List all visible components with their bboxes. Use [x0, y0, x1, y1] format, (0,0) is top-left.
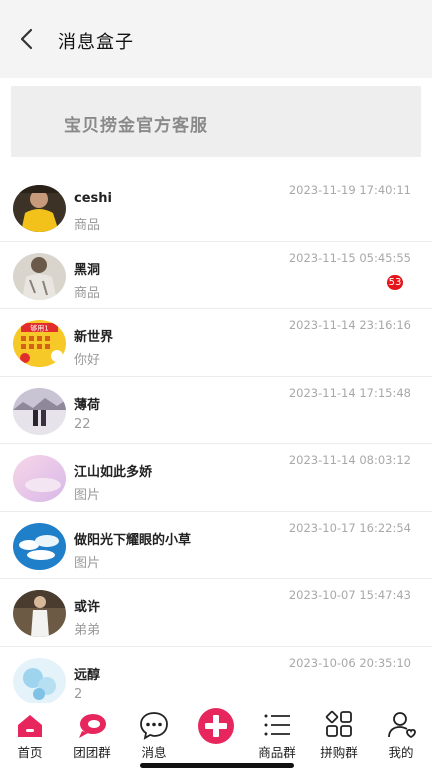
page-title: 消息盒子 — [58, 32, 134, 53]
avatar — [13, 455, 66, 502]
conversation-name: 江山如此多娇 — [74, 465, 153, 480]
message-icon — [140, 712, 168, 740]
home-icon — [18, 715, 42, 737]
tab-group-buy[interactable]: 拼购群 — [309, 703, 369, 768]
conversation-name: 黑洞 — [74, 262, 101, 278]
tab-label: 团团群 — [73, 745, 111, 760]
avatar — [13, 657, 66, 705]
conversation-name: 做阳光下耀眼的小草 — [74, 532, 192, 548]
unread-badge: 53 — [387, 274, 403, 290]
tab-label: 我的 — [388, 745, 414, 760]
conversation-name: ceshi — [74, 191, 112, 206]
home-indicator — [140, 763, 294, 768]
conversation-preview: 弟弟 — [74, 623, 101, 638]
user-icon — [388, 712, 416, 739]
conversation-item[interactable]: 或许 弟弟 2023-10-07 15:47:43 — [0, 579, 432, 647]
conversation-item[interactable]: ceshi 商品 2023-11-19 17:40:11 — [0, 174, 432, 242]
conversation-preview: 22 — [74, 416, 91, 432]
tab-messages[interactable]: 消息 — [124, 703, 184, 768]
conversation-time: 2023-10-07 15:47:43 — [288, 588, 411, 602]
avatar-poster-text: 够用1 — [30, 324, 48, 333]
avatar — [13, 185, 66, 232]
tab-label: 首页 — [17, 745, 43, 760]
chevron-left-icon[interactable] — [16, 26, 38, 52]
avatar — [13, 522, 66, 570]
conversation-name: 薄荷 — [74, 397, 101, 413]
message-list: ceshi 商品 2023-11-19 17:40:11 黑洞 商品 2023-… — [0, 174, 432, 714]
top-bar: 消息盒子 — [0, 0, 432, 78]
conversation-name: 新世界 — [74, 330, 114, 345]
publish-button[interactable] — [186, 703, 246, 768]
chat-bubble-icon — [79, 714, 106, 738]
conversation-time: 2023-11-15 05:45:55 — [288, 250, 411, 265]
conversation-preview: 你好 — [74, 353, 101, 368]
conversation-item[interactable]: 薄荷 22 2023-11-14 17:15:48 — [0, 377, 432, 444]
conversation-preview: 图片 — [74, 555, 101, 571]
bottom-tab-bar: 首页 团团群 消息 商品群 拼购群 我的 — [0, 703, 432, 768]
conversation-preview: 图片 — [74, 488, 101, 503]
tab-label: 拼购群 — [320, 745, 358, 760]
conversation-time: 2023-11-19 17:40:11 — [288, 183, 411, 197]
conversation-time: 2023-11-14 08:03:12 — [288, 453, 411, 467]
conversation-preview: 商品 — [74, 218, 101, 233]
tab-product-group[interactable]: 商品群 — [247, 703, 307, 768]
tab-label: 消息 — [141, 745, 167, 760]
plus-circle-icon — [198, 708, 234, 744]
tab-label: 商品群 — [258, 745, 296, 760]
conversation-preview: 商品 — [74, 285, 101, 301]
official-service-label: 宝贝捞金官方客服 — [64, 116, 208, 136]
list-icon — [264, 714, 290, 736]
tab-profile[interactable]: 我的 — [371, 703, 431, 768]
avatar: 够用1 — [13, 320, 66, 367]
conversation-item[interactable]: 江山如此多娇 图片 2023-11-14 08:03:12 — [0, 444, 432, 512]
conversation-item[interactable]: 够用1 新世界 你好 2023-11-14 23:16:16 — [0, 309, 432, 377]
conversation-preview: 2 — [74, 686, 83, 702]
conversation-item[interactable]: 黑洞 商品 2023-11-15 05:45:55 53 — [0, 242, 432, 309]
conversation-time: 2023-10-06 20:35:10 — [288, 655, 411, 670]
avatar — [13, 252, 66, 300]
grid-icon — [325, 710, 352, 737]
tab-home[interactable]: 首页 — [0, 703, 60, 768]
conversation-time: 2023-11-14 23:16:16 — [288, 318, 411, 332]
conversation-name: 或许 — [74, 600, 101, 615]
avatar — [13, 387, 66, 435]
conversation-time: 2023-11-14 17:15:48 — [288, 385, 411, 400]
conversation-item[interactable]: 做阳光下耀眼的小草 图片 2023-10-17 16:22:54 — [0, 512, 432, 579]
official-service-banner[interactable]: 宝贝捞金官方客服 — [11, 86, 421, 157]
avatar — [13, 590, 66, 637]
conversation-time: 2023-10-17 16:22:54 — [288, 520, 411, 535]
conversation-name: 远醇 — [74, 667, 101, 683]
tab-group[interactable]: 团团群 — [62, 703, 122, 768]
